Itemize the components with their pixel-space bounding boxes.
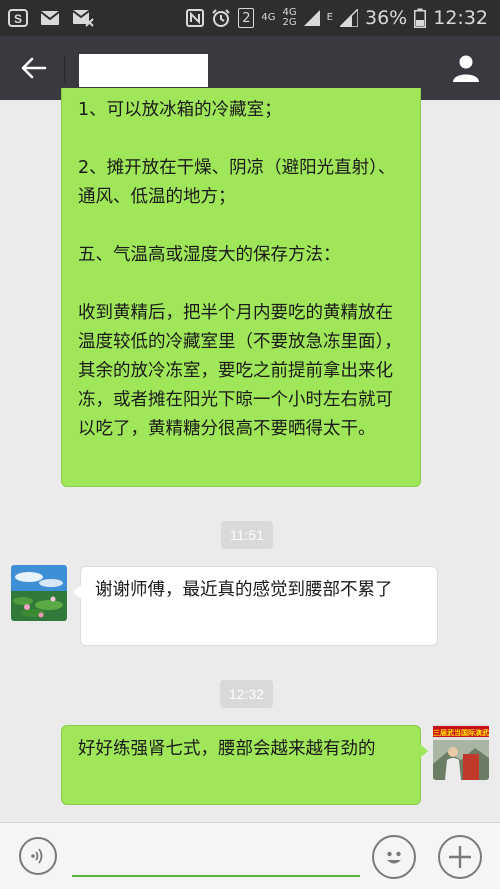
- contact-avatar[interactable]: [11, 565, 67, 621]
- emoji-button[interactable]: [372, 835, 416, 879]
- clock: 12:32: [433, 7, 488, 29]
- message-line: 2、摊开放在干燥、阴凉（避阳光直射）、通风、低温的地方；: [78, 158, 396, 207]
- timestamp-badge: 11:51: [221, 521, 273, 549]
- svg-text:S: S: [14, 12, 22, 26]
- lotus-landscape-avatar: [11, 565, 67, 621]
- voice-input-button[interactable]: [19, 837, 57, 875]
- network-label-2g: 2G: [282, 17, 297, 28]
- message-blank-line: [78, 270, 408, 299]
- sim-badge: 2: [238, 8, 255, 28]
- network-type-1: 4G: [261, 13, 275, 23]
- mail-icon: [40, 10, 60, 26]
- battery-percent: 36%: [365, 7, 408, 29]
- message-line: 收到黄精后，把半个月内要吃的黄精放在温度较低的冷藏室里（不要放急冻里面），其余的…: [78, 303, 402, 439]
- alarm-icon: [211, 8, 231, 28]
- message-line: 1、可以放冰箱的冷藏室；: [78, 100, 282, 120]
- chat-info-button[interactable]: [448, 50, 484, 86]
- status-bar: S 2 4G 4G 2G E 36% 12:32: [0, 0, 500, 36]
- plus-icon: [449, 846, 471, 868]
- message-bubble-sent[interactable]: 好好练强肾七式，腰部会越来越有劲的: [61, 725, 428, 805]
- message-bubble-sent[interactable]: 1、可以放冰箱的冷藏室； 2、摊开放在干燥、阴凉（避阳光直射）、通风、低温的地方…: [61, 88, 421, 487]
- back-button[interactable]: [18, 52, 50, 84]
- message-input[interactable]: [72, 835, 360, 877]
- message-text: 好好练强肾七式，腰部会越来越有劲的: [78, 739, 376, 759]
- signal-bars-icon: [303, 10, 320, 26]
- contact-name-redacted: [79, 54, 208, 87]
- battery-icon: [414, 8, 427, 28]
- nfc-icon: [186, 9, 205, 27]
- message-bubble-received[interactable]: 谢谢师傅，最近真的感觉到腰部不累了: [73, 566, 438, 646]
- my-avatar[interactable]: 第三届武当国际演武大: [433, 724, 489, 780]
- sim-badge-text: 2: [242, 10, 251, 26]
- arrow-left-icon: [21, 57, 47, 79]
- message-line: 五、气温高或湿度大的保存方法：: [78, 245, 341, 265]
- title-divider: [64, 56, 65, 82]
- network-type-2: 4G 2G: [283, 8, 297, 28]
- event-banner-avatar: 第三届武当国际演武大: [433, 724, 489, 780]
- bubble-tail: [420, 744, 428, 758]
- signal-type-text: E: [326, 12, 333, 23]
- smiley-icon: [387, 851, 401, 864]
- network-label-4g: 4G: [261, 12, 276, 23]
- more-functions-button[interactable]: [438, 835, 482, 879]
- timestamp-badge: 12:32: [220, 680, 274, 708]
- input-bar: [0, 822, 500, 889]
- missed-message-icon: [72, 9, 94, 27]
- app-s-icon: S: [8, 9, 28, 27]
- signal-bars-2-icon: [340, 9, 358, 27]
- voice-wave-icon: [31, 848, 43, 864]
- message-blank-line: [78, 125, 408, 154]
- signal-type-label: E: [327, 13, 333, 23]
- banner-text: 第三届武当国际演武大: [433, 728, 489, 737]
- bubble-tail: [73, 585, 81, 599]
- message-blank-line: [78, 212, 408, 241]
- person-icon: [453, 55, 479, 82]
- message-text: 谢谢师傅，最近真的感觉到腰部不累了: [95, 580, 393, 600]
